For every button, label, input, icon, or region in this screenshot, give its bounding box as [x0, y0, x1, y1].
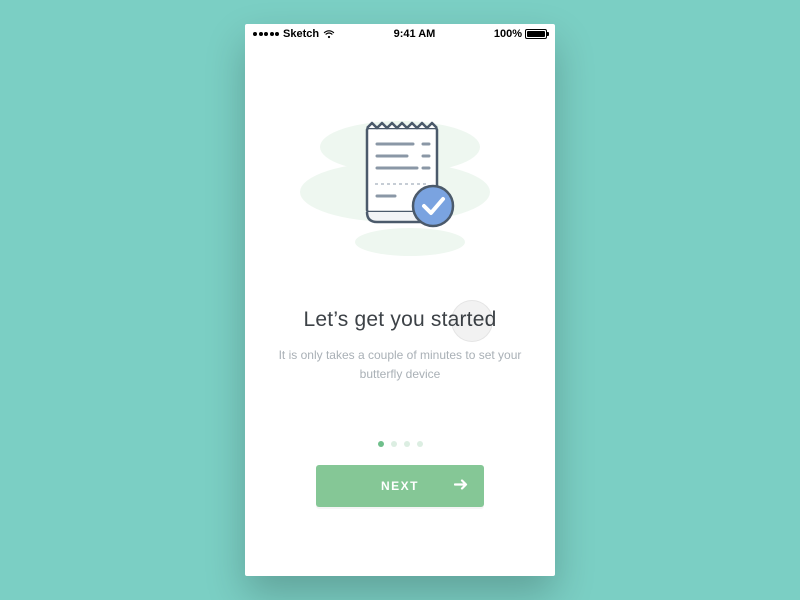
battery-icon — [525, 29, 547, 39]
page-dot-4[interactable] — [417, 441, 423, 447]
signal-dots-icon — [253, 32, 279, 36]
page-dot-1[interactable] — [378, 441, 384, 447]
page-dot-2[interactable] — [391, 441, 397, 447]
page-indicator — [378, 441, 423, 447]
status-bar: Sketch 9:41 AM 100% — [245, 24, 555, 44]
carrier-label: Sketch — [283, 28, 319, 40]
status-bar-time: 9:41 AM — [394, 28, 436, 40]
next-button[interactable]: NEXT — [316, 465, 484, 507]
battery-percent: 100% — [494, 28, 522, 40]
onboarding-subtext: It is only takes a couple of minutes to … — [275, 346, 525, 383]
status-bar-left: Sketch — [253, 28, 335, 40]
onboarding-screen: Let’s get you started It is only takes a… — [245, 44, 555, 576]
next-button-label: NEXT — [381, 479, 419, 493]
receipt-check-icon — [295, 102, 505, 262]
page-dot-3[interactable] — [404, 441, 410, 447]
onboarding-heading: Let’s get you started — [304, 308, 497, 332]
status-bar-right: 100% — [494, 28, 547, 40]
arrow-right-icon — [454, 479, 468, 494]
wifi-icon — [323, 30, 335, 39]
phone-frame: Sketch 9:41 AM 100% — [245, 24, 555, 576]
